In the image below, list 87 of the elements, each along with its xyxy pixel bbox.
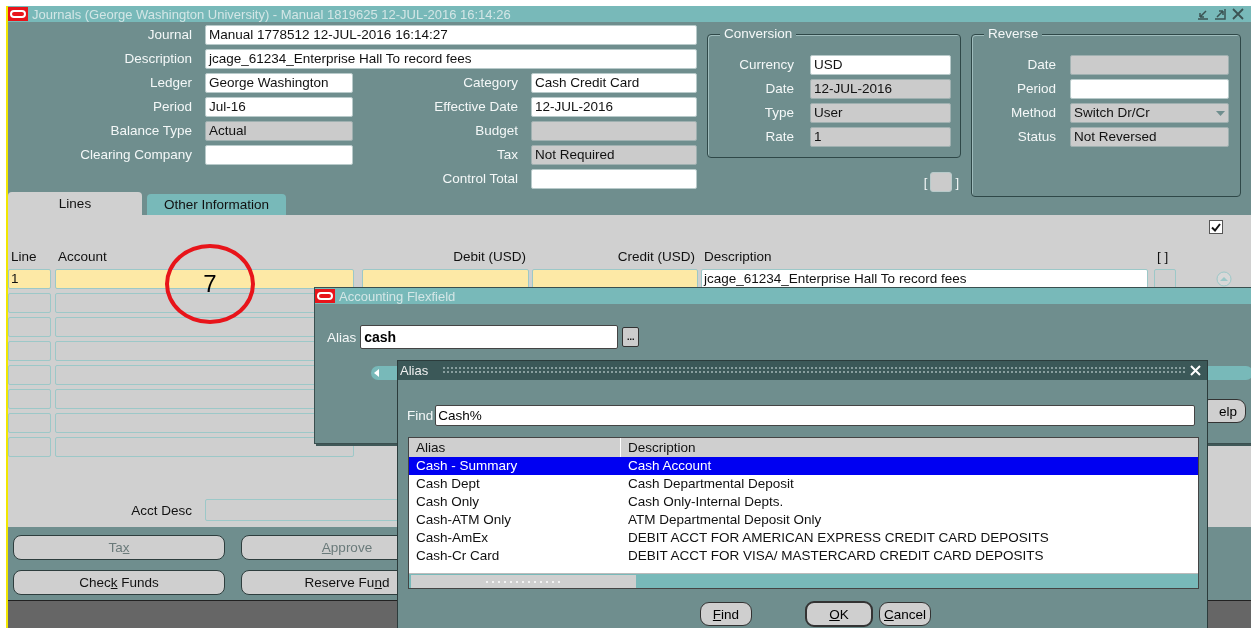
scrollbar[interactable] [409,573,1198,588]
checkbox[interactable] [1209,220,1223,234]
field-label: Find [407,408,434,423]
bracket-text: ] [955,174,959,190]
table-cell[interactable]: jcage_61234_Enterprise Hall To record fees [701,269,1148,289]
tab[interactable]: Lines [8,192,142,215]
input-field[interactable] [1070,79,1229,99]
input-field[interactable] [205,145,353,165]
table-cell[interactable] [8,365,51,385]
column-header: [ ] [1156,248,1170,264]
input-field[interactable]: USD [810,55,951,75]
field-label: Effective Date [433,98,518,116]
table-cell[interactable] [362,269,529,289]
field-label: Ledger [148,74,192,92]
annotation-circle: 7 [165,244,255,324]
list-row[interactable]: Cash - Summary Cash Account [409,457,1198,475]
list-cell-text: DEBIT ACCT FOR VISA/ MASTERCARD CREDIT CARD DEPOSITS [627,547,1045,565]
check-icon [1211,222,1221,232]
field-label: Period [1015,80,1056,98]
column-header: Account [57,248,108,264]
input-field[interactable]: Cash Credit Card [531,73,697,93]
field-label: Budget [474,122,518,140]
field-label: Control Total [441,170,518,188]
table-cell[interactable] [8,413,51,433]
window-title: Journals (George Washington University) - Manual 1819625 12-JUL-2016 16:14:26 [32,6,511,22]
field-label: Journal [146,26,192,44]
field-label: Alias [327,329,357,345]
dialog-button[interactable]: Find [700,602,752,626]
field-label: Description [123,50,192,68]
column-header: Line [10,248,38,264]
form-button[interactable]: Check Funds [13,570,225,595]
field-label: Category [462,74,518,92]
table-cell[interactable]: 1 [8,269,51,289]
find-field[interactable]: Cash% [435,405,1196,426]
field-label: Date [764,80,794,98]
list-cell-text: ATM Departmental Deposit Only [627,511,823,529]
scroll-up-icon[interactable] [1216,271,1232,287]
list-cell-text: Cash Dept [415,475,481,493]
list-cell-text: Cash Only-Internal Depts. [627,493,785,511]
column-header: Debit (USD) [452,248,527,264]
table-cell[interactable] [8,389,51,409]
field-label: Rate [764,128,794,146]
alias-field[interactable]: cash [360,325,619,349]
field-label: Type [763,104,794,122]
list-cell-text: Cash Only [415,493,481,511]
input-field[interactable]: 12-JUL-2016 [531,97,697,117]
table-cell[interactable] [55,437,354,457]
column-header: Credit (USD) [616,248,696,264]
list-cell-text: Cash - Summary [415,457,519,475]
field-label: Acct Desc [130,502,192,518]
list-cell-text: DEBIT ACCT FOR AMERICAN EXPRESS CREDIT CARD DEPOSITS [627,529,1050,547]
field-label: Clearing Company [79,146,192,164]
input-field[interactable] [531,169,697,189]
list-button[interactable]: ... [622,327,640,347]
dialog-button[interactable]: OK [805,601,873,627]
field-label: Currency [738,56,794,74]
list-cell-text: Cash-ATM Only [415,511,512,529]
table-cell[interactable] [1154,269,1176,289]
dialog-title: Alias [400,363,429,378]
dialog-title: Accounting Flexfield [339,288,456,304]
close-icon[interactable] [1190,365,1201,376]
list-cell-text: Cash Account [627,457,713,475]
table-cell[interactable] [8,437,51,457]
table-cell[interactable] [8,317,51,337]
field-label: Date [1026,56,1056,74]
input-field[interactable]: Jul-16 [205,97,353,117]
table-cell[interactable] [8,293,51,313]
field-label: Period [151,98,192,116]
field-label: Status [1016,128,1056,146]
field-label: Method [1009,104,1056,122]
input-field[interactable]: Manual 1778512 12-JUL-2016 16:14:27 [205,25,697,45]
oracle-icon [315,289,335,303]
caret-icon [1216,110,1225,116]
dialog-button[interactable]: Cancel [879,602,931,626]
list-cell-text: Cash Departmental Deposit [627,475,795,493]
table-cell[interactable] [532,269,698,289]
column-header: Description [703,248,773,264]
column-header: Description [627,439,697,457]
input-field[interactable]: jcage_61234_Enterprise Hall To record fees [205,49,697,69]
bracket-text: [ [923,174,928,190]
field-label: Tax [496,146,518,164]
window-controls-icon[interactable] [1197,8,1245,20]
tab[interactable]: Other Information [147,194,286,215]
table-cell[interactable] [8,341,51,361]
field-label: Balance Type [109,122,192,140]
oracle-icon [8,7,28,21]
input-field[interactable]: George Washington [205,73,353,93]
